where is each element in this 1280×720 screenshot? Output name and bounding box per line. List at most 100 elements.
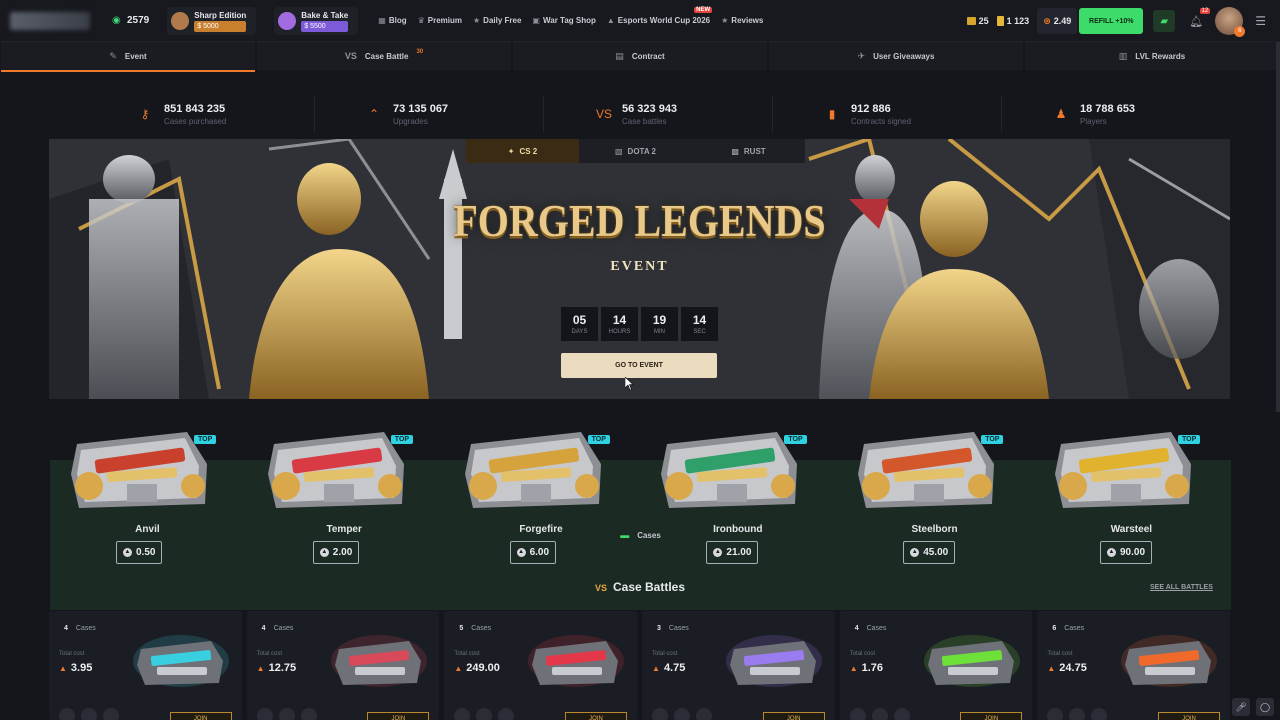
player-slot [674, 708, 691, 720]
join-battle-button[interactable]: JOIN [960, 712, 1023, 720]
stat-label: Players [1080, 116, 1107, 126]
balance-value: 2.49 [1053, 16, 1072, 26]
nav-link[interactable]: ★ Daily Free [473, 16, 521, 25]
event-banner[interactable]: ✦ CS 2 ▧ DOTA 2 ▩ RUST FORGED LEGENDS EVENT 0… [49, 139, 1230, 399]
tab-event[interactable]: ✎ Event [1, 42, 255, 72]
stat-label: Upgrades [393, 116, 428, 126]
battle-card[interactable]: 4 Cases Total cost ▲ 12.75 JOIN [246, 611, 440, 720]
case-price-button[interactable]: ▲ 21.00 [706, 541, 759, 564]
balance-display[interactable]: ⊛ 2.49 [1037, 8, 1078, 34]
player-slot [300, 708, 317, 720]
online-count: 2579 [127, 15, 150, 26]
nav-link[interactable]: ▣ War Tag Shop [532, 16, 595, 25]
countdown-unit: 14 HOURS [601, 307, 638, 341]
player-slot [849, 708, 866, 720]
nav-link[interactable]: ★ Reviews [721, 16, 763, 25]
tab-lvl-rewards[interactable]: ▥ LVL Rewards [1025, 42, 1279, 70]
tab-label: Contract [631, 51, 665, 61]
battle-total-value: 249.00 [466, 662, 500, 674]
stat-value: 851 843 235 [164, 102, 226, 115]
join-battle-button[interactable]: JOIN [367, 712, 430, 720]
microphone-icon[interactable]: 🎤︎ [1232, 698, 1250, 716]
game-tab-dota2[interactable]: ▧ DOTA 2 [579, 139, 692, 163]
game-tab-rust[interactable]: ▩ RUST [692, 139, 805, 163]
promo-item[interactable]: Bake & Take $ 5500 [274, 6, 359, 35]
voucher-icon[interactable]: ▰ [1153, 10, 1176, 32]
case-card[interactable]: TOP Steelborn ▲ 45.00 [836, 418, 1033, 568]
go-to-event-button[interactable]: GO TO EVENT [561, 353, 717, 378]
notification-count: 12 [1199, 7, 1211, 14]
player-slot [871, 708, 888, 720]
case-card[interactable]: TOP Anvil ▲ 0.50 [49, 418, 246, 568]
battle-cases-label: Cases [668, 625, 689, 632]
notification-bell-icon[interactable]: 🔔︎ 12 [1189, 7, 1211, 28]
case-price-button[interactable]: ▲ 0.50 [116, 541, 163, 564]
join-battle-button[interactable]: JOIN [169, 712, 232, 720]
coins-counter[interactable]: 25 [966, 16, 989, 26]
case-battles-list: 4 Cases Total cost ▲ 3.95 JOIN 4 Cases Total co… [49, 611, 1231, 720]
battle-total-value: 3.95 [70, 662, 93, 674]
blog-icon: ▦ [378, 16, 386, 25]
chart-icon: ▥ [1118, 50, 1128, 61]
tickets-counter[interactable]: 1 123 [996, 16, 1029, 26]
case-card[interactable]: TOP Forgefire ▲ 6.00 [443, 418, 640, 568]
section-tabs: ▬ Cases ✎ Event VS Case Battle 30 ▤ Contract ✈ Use… [0, 42, 1280, 610]
join-battle-button[interactable]: JOIN [1158, 712, 1221, 720]
site-logo[interactable] [10, 11, 90, 30]
hamburger-menu-icon[interactable]: ☰ [1255, 14, 1266, 28]
battle-card[interactable]: 5 Cases Total cost ▲ 249.00 JOIN [444, 611, 638, 720]
case-card[interactable]: TOP Temper ▲ 2.00 [246, 418, 443, 568]
nav-link-label: Reviews [731, 16, 764, 25]
currency-icon: ▲ [910, 548, 920, 557]
page-scrollbar[interactable] [1276, 42, 1280, 412]
join-battle-button[interactable]: JOIN [565, 712, 628, 720]
tab-contract[interactable]: ▤ Contract [513, 42, 767, 70]
join-battle-button[interactable]: JOIN [762, 712, 825, 720]
nav-link[interactable]: ▲ Esports World Cup 2026 NEW [607, 7, 713, 25]
nav-link[interactable]: ♛ Premium [418, 16, 462, 25]
case-price-button[interactable]: ▲ 90.00 [1099, 541, 1153, 564]
nav-link-label: Blog [388, 16, 407, 25]
players-icon: ♟ [1055, 107, 1067, 121]
promo-item[interactable]: Sharp Edition $ 5000 [167, 6, 257, 35]
tab-label: Case Battle [364, 51, 409, 61]
battle-case-count: 5 Cases [459, 625, 491, 632]
battle-card[interactable]: 3 Cases Total cost ▲ 4.75 JOIN [642, 611, 835, 720]
promo-text: Bake & Take $ 5500 [301, 10, 349, 32]
tab-user-giveaways[interactable]: ✈ User Giveaways [769, 42, 1023, 70]
battle-card[interactable]: 4 Cases Total cost ▲ 1.76 JOIN [839, 611, 1033, 720]
user-avatar[interactable]: 6 [1215, 7, 1246, 37]
stat-item: VS 56 323 943 Case battles [544, 96, 773, 132]
battle-case-count: 4 Cases [262, 625, 294, 632]
stat-value: 56 323 943 [622, 102, 678, 115]
case-price-button[interactable]: ▲ 45.00 [903, 541, 956, 564]
case-price: 0.50 [136, 547, 156, 558]
battle-card[interactable]: 6 Cases Total cost ▲ 24.75 JOIN [1037, 611, 1231, 720]
case-image [661, 432, 798, 508]
coin-stack-icon [966, 17, 976, 25]
upgrade-icon: ⌃ [368, 107, 380, 121]
nav-link[interactable]: ▦ Blog [378, 16, 406, 25]
currency-icon: ▲ [59, 663, 67, 673]
countdown-value: 14 [612, 313, 627, 327]
battle-cases-label: Cases [866, 625, 887, 632]
tab-case-battle[interactable]: VS Case Battle 30 [257, 42, 511, 70]
currency-icon: ▲ [123, 548, 132, 557]
case-price-button[interactable]: ▲ 2.00 [312, 541, 360, 564]
see-all-battles-link[interactable]: SEE ALL BATTLES [1150, 584, 1213, 591]
case-card[interactable]: TOP Warsteel ▲ 90.00 [1033, 418, 1230, 568]
player-slot [696, 708, 713, 720]
support-chat-icon[interactable]: ◯ [1256, 698, 1274, 716]
refill-button[interactable]: REFILL +10% [1079, 8, 1144, 34]
case-image [464, 432, 601, 508]
battle-card[interactable]: 4 Cases Total cost ▲ 3.95 JOIN [49, 611, 242, 720]
game-tab-cs2[interactable]: ✦ CS 2 [466, 139, 579, 163]
coins-value: 25 [978, 16, 989, 26]
case-image [71, 432, 207, 508]
stat-text: 73 135 067 Upgrades [393, 103, 448, 126]
case-price-button[interactable]: ▲ 6.00 [509, 541, 557, 564]
case-card[interactable]: TOP Ironbound ▲ 21.00 [639, 418, 836, 568]
player-slot [1091, 708, 1108, 720]
game-tab-label: CS 2 [519, 146, 538, 156]
player-slot [1069, 708, 1086, 720]
